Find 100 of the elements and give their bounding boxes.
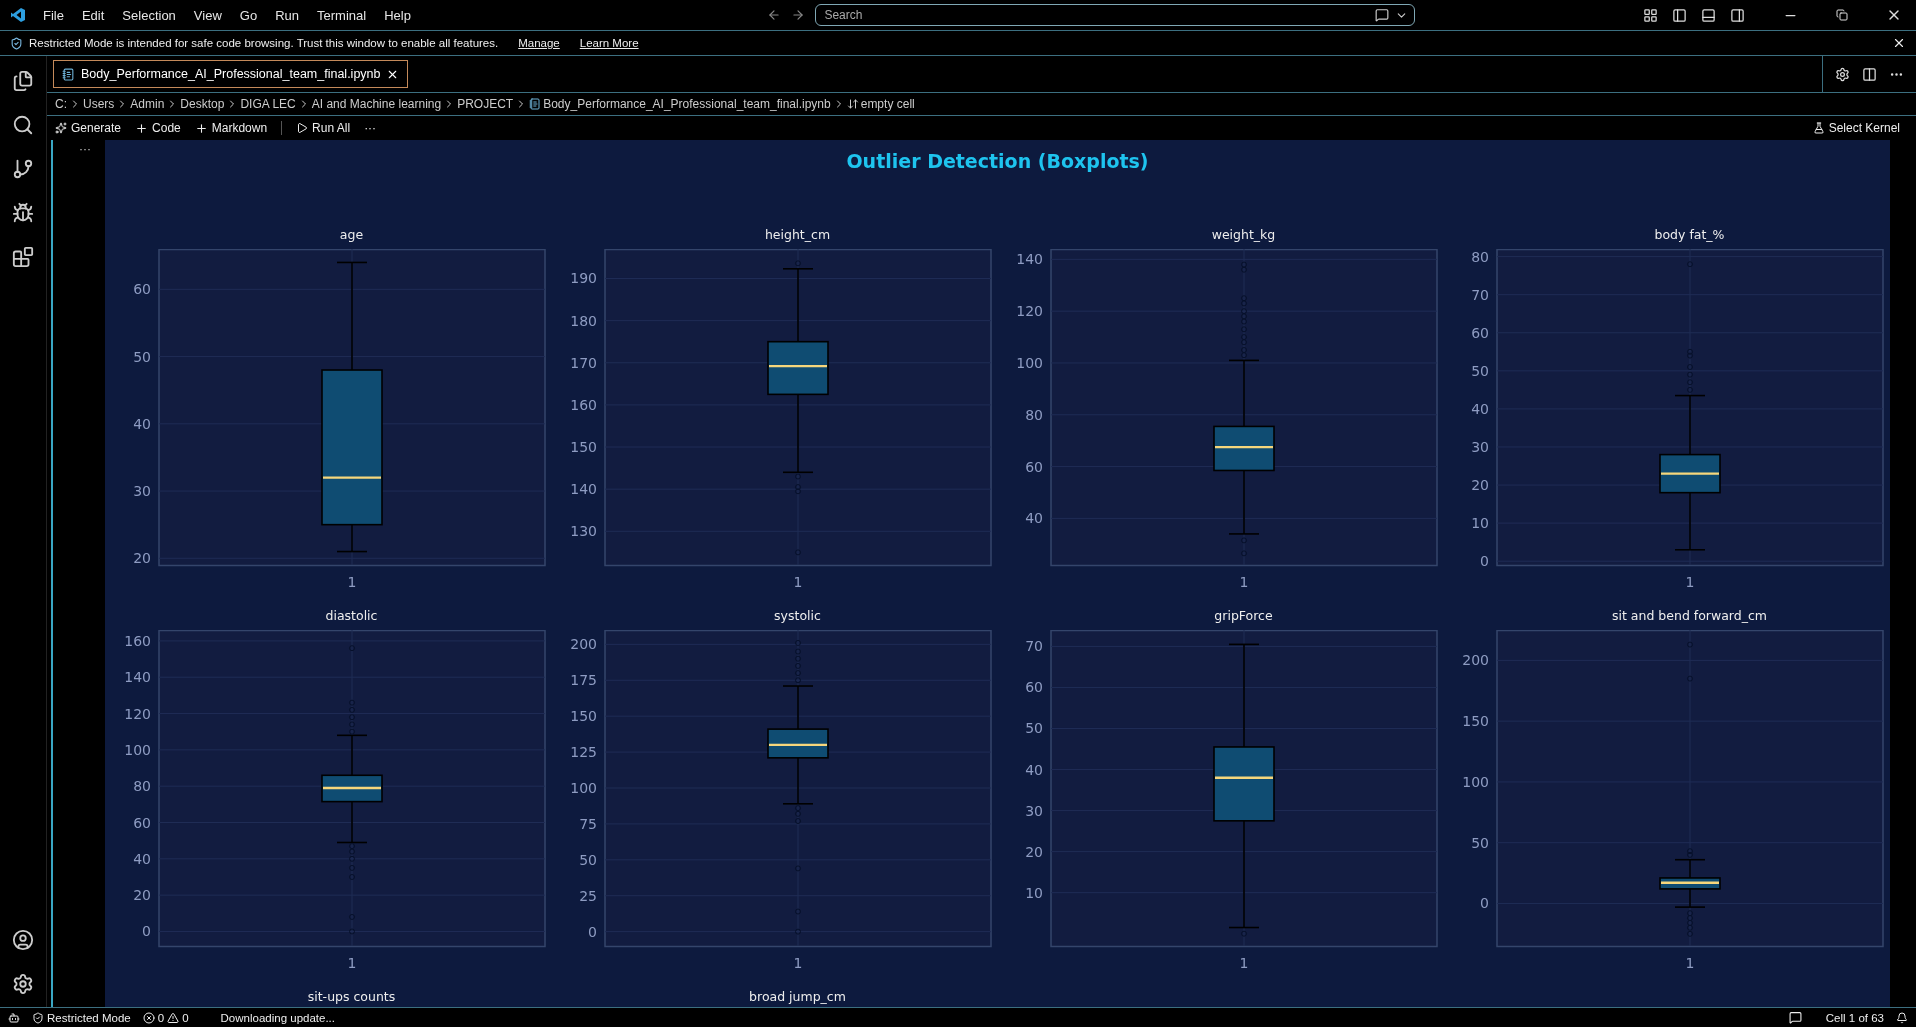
axis-tick-label: 180: [569, 312, 597, 329]
outlier-marker: [348, 645, 355, 652]
breadcrumb-item[interactable]: Users: [83, 97, 115, 111]
files-icon[interactable]: [12, 70, 34, 92]
more-button[interactable]: ···: [364, 121, 377, 135]
tab-label: Body_Performance_AI_Professional_team_final.ipynb: [81, 67, 381, 81]
axis-tick-label: 0: [1479, 895, 1489, 912]
forward-icon[interactable]: [791, 8, 806, 22]
boxplot-drawing: [1658, 858, 1721, 908]
banner-link[interactable]: Manage: [518, 37, 560, 49]
axis-tick-label: 150: [569, 439, 597, 456]
status-item[interactable]: Restricted Mode: [32, 1011, 131, 1024]
back-icon[interactable]: [767, 8, 782, 22]
axis-tick-label: 20: [1470, 477, 1489, 494]
axis-tick-label: 60: [132, 281, 151, 298]
status-message: Downloading update...: [220, 1011, 335, 1024]
split-icon[interactable]: [1862, 66, 1877, 82]
outlier-marker: [794, 865, 801, 872]
layout-icon[interactable]: [1643, 7, 1658, 23]
breadcrumb-item[interactable]: PROJECT: [457, 97, 514, 111]
chat-icon[interactable]: [1375, 8, 1390, 22]
blocks-icon[interactable]: [12, 246, 34, 268]
figure-title: Outlier Detection (Boxplots): [846, 150, 1149, 172]
breadcrumb-item[interactable]: Admin: [130, 97, 165, 111]
axis-tick-label: 50: [1470, 834, 1489, 851]
axis-tick-label: 50: [132, 348, 151, 365]
plot-title: broad jump_cm: [748, 988, 847, 1006]
toolbar-button[interactable]: Code: [135, 121, 181, 135]
settings-icon[interactable]: [12, 973, 34, 995]
banner-link[interactable]: Learn More: [579, 37, 639, 49]
axis-tick-label: 30: [132, 483, 151, 500]
breadcrumb-item[interactable]: C:: [55, 97, 67, 111]
axis-tick-label: 10: [1470, 515, 1489, 532]
restore-icon[interactable]: [1836, 9, 1848, 21]
outlier-marker: [1686, 675, 1693, 682]
panel-bottom-icon[interactable]: [1701, 7, 1716, 23]
breadcrumb-item[interactable]: empty cell: [860, 97, 915, 111]
editor-tab[interactable]: Body_Performance_AI_Professional_team_final.ipynb: [53, 60, 409, 88]
axis-tick-label: 1: [1685, 955, 1694, 971]
axis-tick-label: 1: [347, 574, 356, 590]
bell-icon[interactable]: [1896, 1011, 1908, 1024]
axis-tick-label: 60: [1024, 458, 1043, 475]
kernel-button[interactable]: Select Kernel: [1806, 120, 1906, 136]
menu-item[interactable]: Run: [266, 7, 308, 23]
axis-tick-label: 0: [1479, 553, 1489, 570]
menu-item[interactable]: File: [34, 7, 73, 23]
account-icon[interactable]: [12, 929, 34, 951]
toolbar-button[interactable]: Generate: [55, 121, 122, 135]
close-icon[interactable]: [1892, 36, 1906, 50]
axis-tick-label: 175: [569, 672, 597, 689]
menu-item[interactable]: Terminal: [308, 7, 376, 23]
outlier-marker: [1686, 261, 1693, 268]
outlier-marker: [794, 549, 801, 556]
shield-icon: [32, 1011, 44, 1024]
search-box[interactable]: Search: [815, 4, 1416, 26]
banner-message: Restricted Mode is intended for safe code browsing. Trust this window to enable all features.: [29, 37, 499, 49]
axis-tick-label: 20: [1024, 843, 1043, 860]
menu-item[interactable]: View: [184, 7, 231, 23]
menu-item[interactable]: Selection: [113, 7, 185, 23]
outlier-marker: [794, 928, 801, 935]
branch-icon[interactable]: [12, 158, 34, 180]
outlier-marker: [1240, 537, 1247, 544]
breadcrumb-item[interactable]: Desktop: [180, 97, 225, 111]
error-icon: [142, 1011, 155, 1024]
app-logo-icon: [10, 7, 26, 23]
axis-tick-label: 150: [569, 708, 597, 725]
breadcrumb-item[interactable]: Body_Performance_AI_Professional_team_final.ipynb: [543, 97, 831, 111]
search-field[interactable]: Search: [822, 7, 1370, 23]
search-icon[interactable]: [12, 114, 34, 136]
axis-tick-label: 125: [569, 744, 597, 761]
plot-title: gripForce: [1213, 607, 1274, 625]
problems-status[interactable]: 0 0: [142, 1011, 189, 1024]
bug-icon[interactable]: [12, 202, 34, 224]
menu-item[interactable]: Help: [375, 7, 420, 23]
notebook-icon: [62, 67, 75, 81]
menu-item[interactable]: Go: [230, 7, 267, 23]
toolbar-button[interactable]: Run All: [296, 121, 351, 135]
outlier-marker: [348, 913, 355, 920]
axis-tick-label: 200: [1461, 652, 1489, 669]
toolbar-button[interactable]: Markdown: [194, 121, 268, 135]
axis-tick-label: 130: [569, 523, 597, 540]
axis-tick-label: 150: [1461, 713, 1489, 730]
breadcrumb-item[interactable]: DIGA LEC: [240, 97, 296, 111]
axis-tick-label: 120: [1015, 303, 1043, 320]
plot-title: height_cm: [763, 226, 832, 244]
outlier-marker: [1686, 641, 1693, 648]
panel-left-icon[interactable]: [1672, 7, 1687, 23]
breadcrumb-item[interactable]: AI and Machine learning: [311, 97, 442, 111]
cell-gutter-dots[interactable]: ···: [79, 142, 105, 1007]
outlier-marker: [794, 260, 801, 267]
axis-tick-label: 140: [569, 481, 597, 498]
status-item[interactable]: Cell 1 of 63: [1825, 1011, 1884, 1024]
plot-title: sit-ups counts: [306, 988, 397, 1006]
axis-tick-label: 40: [132, 415, 151, 432]
axis-tick-label: 60: [1470, 324, 1489, 341]
menu-item[interactable]: Edit: [72, 7, 114, 23]
axis-tick-label: 40: [132, 850, 151, 867]
axis-tick-label: 80: [132, 778, 151, 795]
panel-right-icon[interactable]: [1730, 7, 1745, 23]
settings-icon[interactable]: [1835, 66, 1850, 82]
